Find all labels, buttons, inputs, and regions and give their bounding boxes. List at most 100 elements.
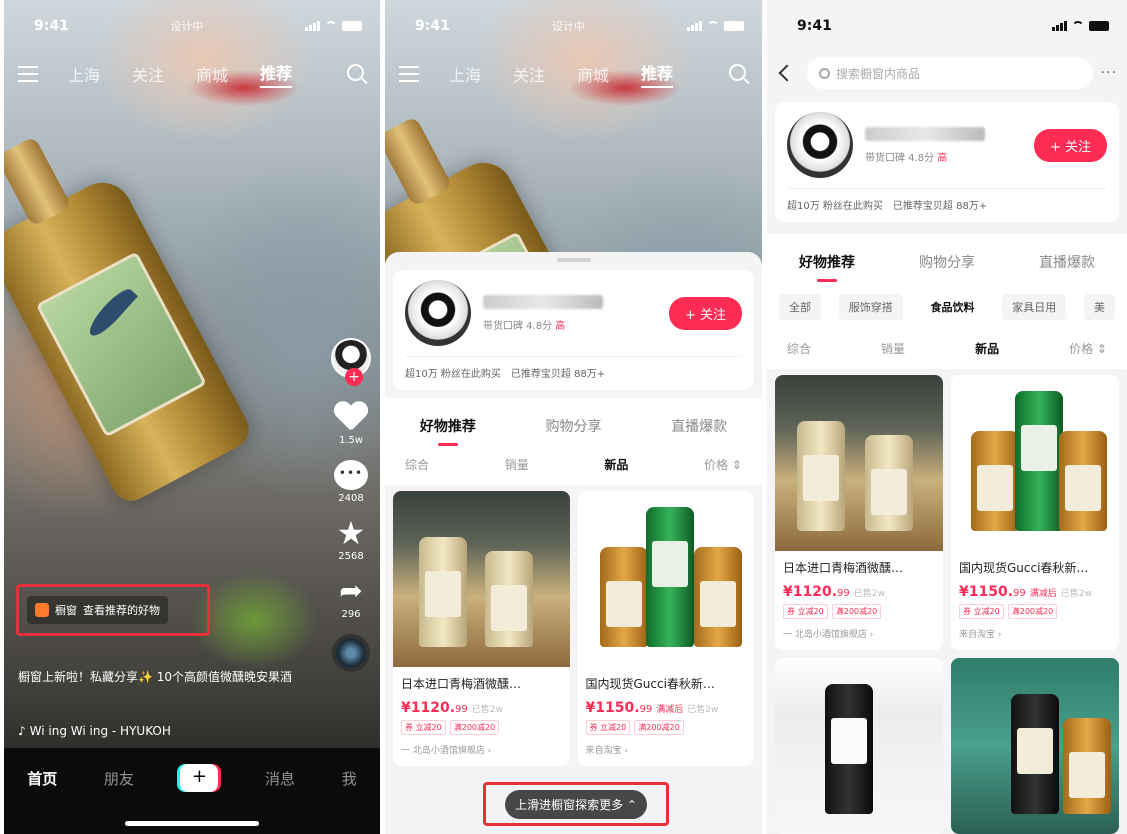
product-source[interactable]: 一 北岛小酒馆旗舰店 ›: [783, 627, 935, 640]
follow-button[interactable]: + 关注: [668, 296, 742, 330]
tab-recommend[interactable]: 推荐: [260, 60, 293, 88]
status-icons: [304, 21, 362, 31]
shop-window-chip[interactable]: 橱窗 查看推荐的好物: [27, 596, 168, 624]
shop-tabs: 好物推荐 购物分享 直播爆款: [385, 398, 762, 446]
shop-stats: 超10万 粉丝在此购买 已推荐宝贝超 88万+: [405, 356, 742, 380]
tab-me[interactable]: 我: [342, 768, 357, 789]
product-source[interactable]: 来自淘宝 ›: [959, 627, 1111, 640]
status-center-text: 设计中: [551, 20, 585, 33]
tab-good-picks[interactable]: 好物推荐: [420, 416, 476, 446]
wifi-icon: [706, 21, 719, 31]
product-source[interactable]: 来自淘宝 ›: [586, 743, 747, 756]
sort-price[interactable]: 价格 ⇕: [704, 456, 742, 473]
like-count: 1.5w: [338, 435, 364, 446]
shop-page-screen: 9:41 搜索橱窗内商品 ··· 带货口碑 4.8分 高 + 关注 超10万 粉…: [767, 0, 1127, 834]
shop-chip-text: 查看推荐的好物: [83, 604, 160, 617]
tab-shanghai[interactable]: 上海: [68, 62, 100, 86]
menu-icon[interactable]: [18, 66, 38, 82]
shop-rating: 带货口碑 4.8分 高: [483, 320, 566, 332]
tab-good-picks[interactable]: 好物推荐: [799, 252, 855, 282]
category-food-drink[interactable]: 食品饮料: [920, 294, 985, 320]
tab-live-hits[interactable]: 直播爆款: [671, 416, 727, 436]
comment-icon[interactable]: [334, 460, 368, 490]
product-image: [951, 375, 1119, 551]
sheet-drag-handle[interactable]: [556, 258, 591, 262]
category-apparel[interactable]: 服饰穿搭: [838, 294, 903, 320]
product-card[interactable]: 国内现货Gucci春秋新… ¥1150.99 满减后 已售2w 券 立减20 满200…: [577, 491, 754, 766]
sort-sales[interactable]: 销量: [505, 456, 529, 473]
wifi-icon: [1071, 21, 1084, 31]
product-image: [393, 491, 570, 667]
product-image: [775, 658, 943, 834]
favorite-action[interactable]: ★ 2568: [337, 517, 366, 562]
sort-overall[interactable]: 综合: [405, 456, 429, 473]
tab-recommend[interactable]: 推荐: [641, 60, 674, 88]
product-image: [951, 658, 1119, 834]
share-action[interactable]: ➦ 296: [339, 576, 362, 621]
star-icon[interactable]: ★: [337, 517, 366, 549]
tab-following[interactable]: 关注: [513, 62, 545, 86]
shop-avatar[interactable]: [405, 280, 471, 346]
like-action[interactable]: 1.5w: [334, 402, 368, 446]
search-icon[interactable]: [729, 64, 746, 81]
tab-mall[interactable]: 商城: [196, 62, 228, 86]
shop-avatar[interactable]: [787, 112, 853, 178]
explore-more-highlight: 上滑进橱窗探索更多 ⌃: [483, 782, 669, 826]
category-home[interactable]: 家具日用: [1002, 294, 1067, 320]
product-title: 日本进口青梅酒微醺…: [401, 677, 522, 691]
follow-plus-icon[interactable]: +: [345, 368, 363, 386]
tab-messages[interactable]: 消息: [265, 768, 295, 789]
shopping-bag-icon: [35, 603, 49, 617]
sort-new[interactable]: 新品: [975, 340, 999, 357]
more-icon[interactable]: ···: [1101, 65, 1117, 81]
category-beauty[interactable]: 美: [1084, 294, 1115, 320]
search-placeholder: 搜索橱窗内商品: [836, 66, 921, 81]
tab-following[interactable]: 关注: [132, 62, 164, 86]
creator-avatar[interactable]: +: [331, 338, 371, 386]
search-icon[interactable]: [347, 64, 364, 81]
tab-shopping-share[interactable]: 购物分享: [545, 416, 601, 436]
tab-mall[interactable]: 商城: [577, 62, 609, 86]
video-feed-screen: 9:41 设计中 上海 关注 商城 推荐 + 1.5w ••• 2408 ★ 2…: [4, 0, 380, 834]
product-price: ¥1120.99 已售2w: [783, 584, 885, 600]
product-tags: 券 立减20 满200减20: [783, 604, 935, 619]
sort-overall[interactable]: 综合: [787, 340, 811, 357]
music-disc-icon[interactable]: [332, 634, 370, 672]
product-price: ¥1150.99 满减后 已售2w: [585, 700, 719, 716]
product-card[interactable]: [775, 658, 943, 834]
comment-action[interactable]: 2408: [334, 460, 368, 504]
tiktok-note-icon: ♪: [18, 724, 26, 738]
shop-search-input[interactable]: 搜索橱窗内商品: [807, 57, 1093, 89]
tab-shopping-share[interactable]: 购物分享: [919, 252, 975, 272]
heart-icon[interactable]: [334, 402, 368, 432]
create-plus-button[interactable]: +: [180, 764, 219, 792]
share-icon[interactable]: ➦: [339, 576, 362, 606]
sort-new[interactable]: 新品: [604, 456, 628, 473]
sort-bar: 综合 销量 新品 价格 ⇕: [767, 328, 1127, 369]
follow-button[interactable]: + 关注: [1033, 128, 1107, 162]
product-card[interactable]: 日本进口青梅酒微醺… ¥1120.99 已售2w 券 立减20 满200减20 一 …: [775, 375, 943, 650]
tab-shanghai[interactable]: 上海: [449, 62, 481, 86]
product-image: [577, 491, 754, 667]
product-source[interactable]: 一 北岛小酒馆旗舰店 ›: [401, 743, 562, 756]
explore-more-button[interactable]: 上滑进橱窗探索更多 ⌃: [505, 789, 647, 819]
sort-price[interactable]: 价格 ⇕: [1069, 340, 1107, 357]
product-card[interactable]: [951, 658, 1119, 834]
product-title: 日本进口青梅酒微醺…: [783, 561, 904, 575]
product-grid: 日本进口青梅酒微醺… ¥1120.99 已售2w 券 立减20 满200减20 一 …: [385, 485, 762, 766]
tab-live-hits[interactable]: 直播爆款: [1039, 252, 1095, 272]
shop-stat-buyers: 超10万 粉丝在此购买: [405, 369, 501, 380]
tab-friends[interactable]: 朋友: [104, 768, 134, 789]
video-caption[interactable]: 橱窗上新啦！私藏分享✨ 10个高颜值微醺晚安果酒: [18, 668, 298, 686]
product-card[interactable]: 国内现货Gucci春秋新… ¥1150.99 满减后 已售2w 券 立减20 满200…: [951, 375, 1119, 650]
product-card[interactable]: 日本进口青梅酒微醺… ¥1120.99 已售2w 券 立减20 满200减20 一 …: [393, 491, 570, 766]
music-info[interactable]: ♪ Wi ing Wi ing - HYUKOH: [18, 724, 171, 738]
battery-icon: [723, 21, 744, 31]
signal-icon: [1051, 21, 1067, 31]
tab-home[interactable]: 首页: [27, 768, 57, 789]
category-all[interactable]: 全部: [779, 294, 821, 320]
sort-bar: 综合 销量 新品 价格 ⇕: [385, 444, 762, 485]
back-arrow-icon[interactable]: [778, 64, 796, 82]
sort-sales[interactable]: 销量: [881, 340, 905, 357]
menu-icon[interactable]: [399, 66, 419, 82]
